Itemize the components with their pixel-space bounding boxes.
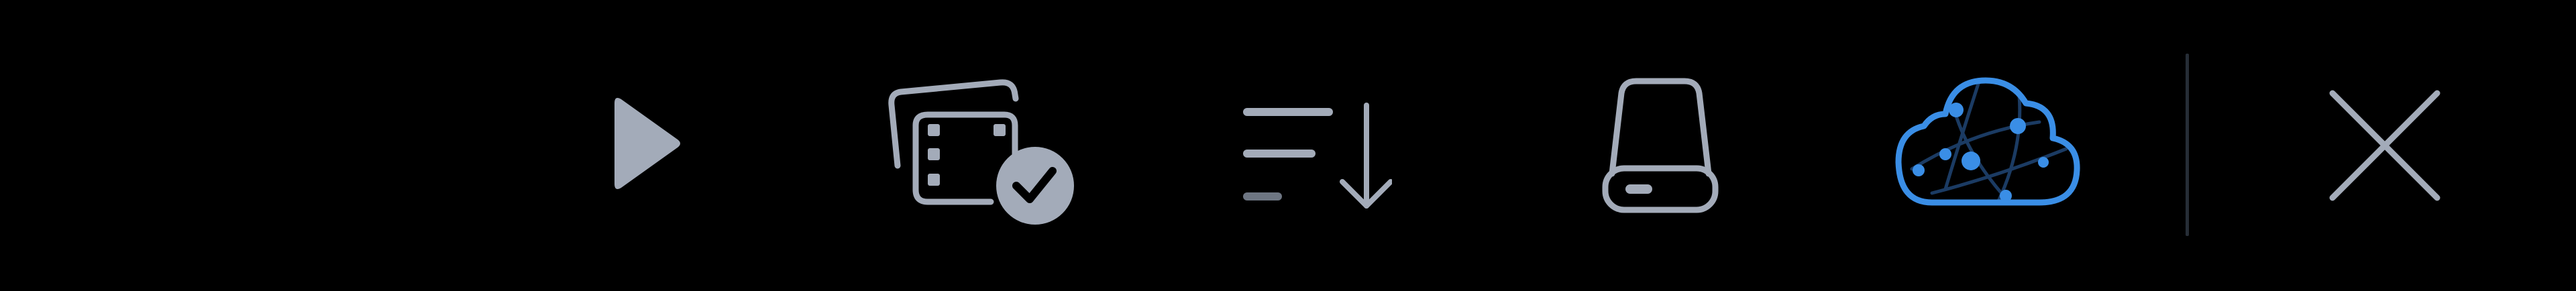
top-toolbar xyxy=(0,0,2576,291)
sort-button[interactable] xyxy=(1228,0,1395,291)
hard-drive-icon xyxy=(1602,78,1719,213)
media-library-button[interactable] xyxy=(865,0,1087,291)
play-button[interactable] xyxy=(577,0,698,291)
close-icon xyxy=(2329,90,2440,201)
cloud-network-icon xyxy=(1895,77,2080,206)
close-button[interactable] xyxy=(2308,0,2462,291)
local-storage-button[interactable] xyxy=(1576,0,1744,291)
toolbar-divider xyxy=(2186,54,2189,236)
play-icon xyxy=(614,98,680,189)
sort-descending-icon xyxy=(1243,103,1392,209)
cloud-network-button[interactable] xyxy=(1892,0,2093,291)
media-library-check-icon xyxy=(888,79,1074,225)
